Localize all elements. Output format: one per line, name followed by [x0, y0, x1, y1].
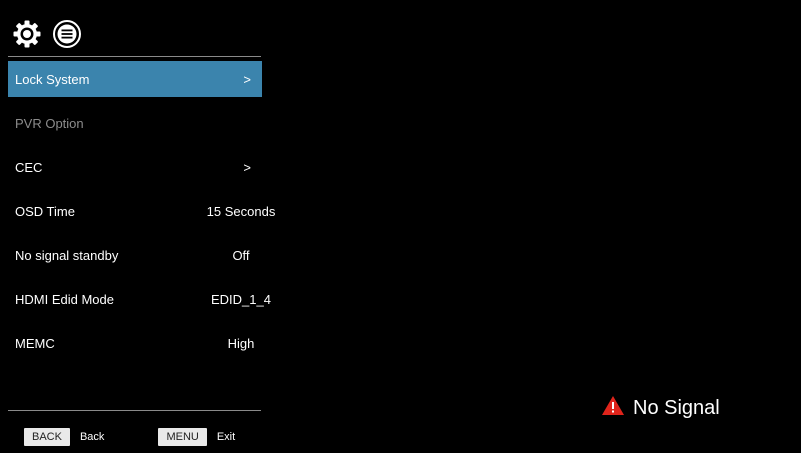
gear-icon[interactable]	[12, 19, 42, 49]
menu-item-value: Off	[232, 247, 250, 263]
warning-icon	[601, 395, 625, 422]
menu-item-pvr-option[interactable]: PVR Option	[8, 105, 262, 141]
exit-key-label: Exit	[216, 431, 236, 443]
exit-hint: MENU Exit	[158, 428, 235, 446]
menu-top-divider	[8, 56, 261, 57]
key-hint-bar: BACK Back MENU Exit	[24, 426, 235, 448]
top-icon-bar	[12, 18, 82, 50]
menu-item-label: MEMC	[15, 335, 55, 351]
menu-item-value: 15 Seconds	[206, 203, 276, 219]
menu-item-hdmi-edid-mode[interactable]: HDMI Edid Mode EDID_1_4	[8, 281, 271, 317]
menu-item-osd-time[interactable]: OSD Time 15 Seconds	[8, 193, 275, 229]
menu-bottom-divider	[8, 410, 261, 411]
no-signal-status: No Signal	[601, 395, 720, 422]
tv-screen: Lock System > PVR Option CEC > OSD Time …	[0, 0, 801, 453]
menu-item-label: OSD Time	[15, 203, 75, 219]
chevron-right-icon: >	[243, 71, 251, 87]
menu-item-no-signal-standby[interactable]: No signal standby Off	[8, 237, 262, 273]
menu-item-memc[interactable]: MEMC High	[8, 325, 262, 361]
menu-list-icon[interactable]	[52, 19, 82, 49]
chevron-right-icon: >	[243, 159, 251, 175]
menu-item-label: Lock System	[15, 71, 90, 87]
back-key-label: Back	[79, 431, 105, 443]
menu-item-cec[interactable]: CEC >	[8, 149, 262, 185]
menu-item-label: CEC	[15, 159, 43, 175]
menu-item-lock-system[interactable]: Lock System >	[8, 61, 262, 97]
menu-key[interactable]: MENU	[158, 428, 207, 446]
menu-item-label: PVR Option	[15, 115, 84, 131]
no-signal-text: No Signal	[633, 397, 720, 419]
menu-item-value: EDID_1_4	[211, 291, 271, 307]
back-hint: BACK Back	[24, 428, 104, 446]
menu-item-value: High	[227, 335, 255, 351]
menu-item-label: No signal standby	[15, 247, 119, 263]
back-key[interactable]: BACK	[24, 428, 70, 446]
settings-menu: Lock System > PVR Option CEC > OSD Time …	[8, 61, 275, 369]
menu-item-label: HDMI Edid Mode	[15, 291, 114, 307]
